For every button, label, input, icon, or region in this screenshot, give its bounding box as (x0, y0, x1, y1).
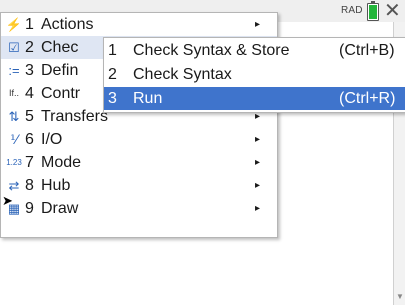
mouse-pointer-icon: ➤ (2, 193, 13, 208)
submenu-item-number: 3 (108, 90, 117, 107)
submenu-arrow-icon: ▸ (255, 134, 261, 145)
if-icon: If.. (8, 88, 19, 98)
io-fraction-icon: ⅟ (10, 132, 18, 147)
menu-item-hub[interactable]: ⇄ 8 Hub ▸ (1, 174, 277, 197)
menu-item-number: 7 (25, 154, 34, 171)
submenu-arrow-icon: ▸ (255, 157, 261, 168)
submenu-arrow-icon: ▸ (255, 203, 261, 214)
lightning-icon: ⚡ (5, 17, 23, 32)
shortcut-label: (Ctrl+R) (339, 90, 396, 107)
menu-item-label: Transfers (41, 108, 108, 125)
submenu-item-label: Check Syntax (133, 66, 232, 83)
menu-item-number: 3 (25, 62, 34, 79)
menu-item-label: Mode (41, 154, 82, 171)
number-mode-icon: 1.23 (6, 158, 22, 167)
submenu-item-label: Check Syntax & Store (133, 42, 290, 59)
battery-icon (367, 1, 379, 21)
menu-item-label: Chec (41, 39, 79, 56)
scroll-down-arrow-icon[interactable]: ▼ (396, 292, 404, 301)
menu-item-number: 1 (25, 16, 34, 33)
submenu-arrow-icon: ▸ (255, 180, 261, 191)
close-icon[interactable]: ✕ (384, 0, 401, 22)
submenu-item-number: 2 (108, 66, 117, 83)
submenu-item-check-syntax[interactable]: 2 Check Syntax (104, 63, 405, 86)
submenu-item-run[interactable]: 3 Run (Ctrl+R) (104, 87, 405, 110)
menu-item-label: Draw (41, 200, 79, 217)
submenu-item-label: Run (133, 90, 163, 107)
submenu-item-check-syntax-store[interactable]: 1 Check Syntax & Store (Ctrl+B) (104, 39, 405, 62)
menu-item-label: Contr (41, 85, 81, 102)
menu-item-number: 5 (25, 108, 34, 125)
menu-item-number: 2 (25, 39, 34, 56)
check-submenu: 1 Check Syntax & Store (Ctrl+B) 2 Check … (103, 37, 405, 113)
angle-mode-indicator: RAD (341, 5, 363, 16)
menu-item-io[interactable]: ⅟ 6 I/O ▸ (1, 128, 277, 151)
menu-item-number: 4 (25, 85, 34, 102)
submenu-item-number: 1 (108, 42, 117, 59)
menu-item-number: 8 (25, 177, 34, 194)
assign-icon: := (8, 63, 20, 78)
shortcut-label: (Ctrl+B) (339, 42, 395, 59)
menu-item-label: Hub (41, 177, 71, 194)
menu-item-actions[interactable]: ⚡ 1 Actions ▸ (1, 13, 277, 36)
submenu-arrow-icon: ▸ (255, 19, 261, 30)
menu-item-label: Defin (41, 62, 79, 79)
menu-item-number: 6 (25, 131, 34, 148)
transfer-arrows-icon: ⇅ (8, 109, 20, 124)
menu-item-mode[interactable]: 1.23 7 Mode ▸ (1, 151, 277, 174)
checkbox-icon: ☑ (8, 40, 20, 55)
menu-item-label: Actions (41, 16, 94, 33)
menu-item-label: I/O (41, 131, 63, 148)
menu-item-draw[interactable]: ▦ 9 Draw ▸ (1, 197, 277, 220)
menu-item-number: 9 (25, 200, 34, 217)
